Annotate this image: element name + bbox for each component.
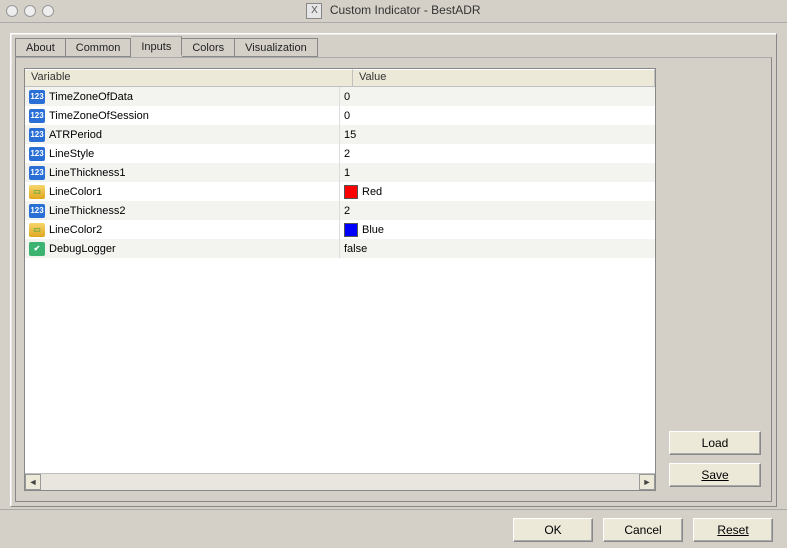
table-row[interactable]: 123 LineThickness1 1: [25, 163, 655, 182]
variable-name: LineThickness1: [49, 167, 125, 179]
bool-type-icon: ✔: [29, 242, 45, 256]
variable-cell[interactable]: 123 TimeZoneOfData: [25, 87, 340, 106]
inputs-grid: Variable Value 123 TimeZoneOfData 0 123 Time…: [24, 68, 656, 491]
variable-cell[interactable]: ▭ LineColor1: [25, 182, 340, 201]
value-cell[interactable]: Red: [340, 182, 655, 201]
value-text: 2: [344, 205, 350, 217]
value-text: false: [344, 243, 367, 255]
int-type-icon: 123: [29, 90, 45, 104]
value-cell[interactable]: 2: [340, 144, 655, 163]
tab-inputs[interactable]: Inputs: [131, 36, 182, 56]
cancel-button[interactable]: Cancel: [603, 518, 683, 542]
table-row[interactable]: 123 TimeZoneOfSession 0: [25, 106, 655, 125]
variable-name: LineStyle: [49, 148, 94, 160]
table-row[interactable]: 123 LineStyle 2: [25, 144, 655, 163]
int-type-icon: 123: [29, 204, 45, 218]
value-text: Blue: [362, 224, 384, 236]
value-text: 15: [344, 129, 356, 141]
window-controls: [6, 5, 54, 17]
value-text: 1: [344, 167, 350, 179]
scroll-right-arrow-icon[interactable]: ►: [639, 474, 655, 490]
value-text: Red: [362, 186, 382, 198]
variable-name: DebugLogger: [49, 243, 116, 255]
variable-name: LineColor1: [49, 186, 102, 198]
tab-about[interactable]: About: [15, 38, 66, 57]
variable-name: TimeZoneOfData: [49, 91, 133, 103]
tab-colors[interactable]: Colors: [182, 38, 235, 57]
close-dot[interactable]: [6, 5, 18, 17]
table-row[interactable]: ✔ DebugLogger false: [25, 239, 655, 258]
bottom-button-bar: OK Cancel Reset: [0, 509, 787, 548]
value-text: 2: [344, 148, 350, 160]
value-cell[interactable]: false: [340, 239, 655, 258]
variable-name: LineThickness2: [49, 205, 125, 217]
window-title: X Custom Indicator - BestADR: [0, 3, 787, 19]
variable-cell[interactable]: 123 LineThickness2: [25, 201, 340, 220]
int-type-icon: 123: [29, 166, 45, 180]
grid-body: 123TimeZoneOfData0123TimeZoneOfSession01…: [25, 87, 655, 258]
app-icon: X: [306, 3, 322, 19]
int-type-icon: 123: [29, 147, 45, 161]
variable-cell[interactable]: 123 TimeZoneOfSession: [25, 106, 340, 125]
panel: AboutCommonInputsColorsVisualization Var…: [10, 33, 777, 507]
value-cell[interactable]: 2: [340, 201, 655, 220]
color-type-icon: ▭: [29, 185, 45, 199]
tab-strip: AboutCommonInputsColorsVisualization: [11, 34, 776, 56]
column-header-value[interactable]: Value: [353, 69, 655, 87]
int-type-icon: 123: [29, 128, 45, 142]
color-type-icon: ▭: [29, 223, 45, 237]
int-type-icon: 123: [29, 109, 45, 123]
value-cell[interactable]: 1: [340, 163, 655, 182]
color-swatch-icon: [344, 185, 358, 199]
value-cell[interactable]: 0: [340, 106, 655, 125]
table-row[interactable]: 123 LineThickness2 2: [25, 201, 655, 220]
variable-cell[interactable]: ✔ DebugLogger: [25, 239, 340, 258]
zoom-dot[interactable]: [42, 5, 54, 17]
scroll-left-arrow-icon[interactable]: ◄: [25, 474, 41, 490]
tab-visualization[interactable]: Visualization: [235, 38, 318, 57]
variable-cell[interactable]: ▭ LineColor2: [25, 220, 340, 239]
side-button-group: Load Save: [669, 431, 761, 487]
variable-name: LineColor2: [49, 224, 102, 236]
table-row[interactable]: 123 ATRPeriod 15: [25, 125, 655, 144]
minimize-dot[interactable]: [24, 5, 36, 17]
dialog-container: AboutCommonInputsColorsVisualization Var…: [0, 23, 787, 548]
value-text: 0: [344, 91, 350, 103]
ok-button[interactable]: OK: [513, 518, 593, 542]
load-button[interactable]: Load: [669, 431, 761, 455]
value-cell[interactable]: Blue: [340, 220, 655, 239]
grid-header: Variable Value: [25, 69, 655, 87]
color-swatch-icon: [344, 223, 358, 237]
value-cell[interactable]: 0: [340, 87, 655, 106]
tab-page-inputs: Variable Value 123 TimeZoneOfData 0 123 Time…: [15, 57, 772, 502]
variable-name: ATRPeriod: [49, 129, 102, 141]
value-text: 0: [344, 110, 350, 122]
titlebar: X Custom Indicator - BestADR: [0, 0, 787, 23]
save-button-label: Save: [701, 468, 728, 482]
variable-name: TimeZoneOfSession: [49, 110, 149, 122]
scroll-track[interactable]: [41, 474, 639, 490]
horizontal-scrollbar[interactable]: ◄ ►: [25, 473, 655, 490]
table-row[interactable]: ▭ LineColor2 Blue: [25, 220, 655, 239]
tab-common[interactable]: Common: [66, 38, 132, 57]
reset-button-label: Reset: [717, 523, 748, 537]
variable-cell[interactable]: 123 LineStyle: [25, 144, 340, 163]
reset-button[interactable]: Reset: [693, 518, 773, 542]
variable-cell[interactable]: 123 LineThickness1: [25, 163, 340, 182]
window-title-text: Custom Indicator - BestADR: [330, 3, 481, 17]
variable-cell[interactable]: 123 ATRPeriod: [25, 125, 340, 144]
save-button[interactable]: Save: [669, 463, 761, 487]
column-header-variable[interactable]: Variable: [25, 69, 353, 87]
table-row[interactable]: 123 TimeZoneOfData 0: [25, 87, 655, 106]
table-row[interactable]: ▭ LineColor1 Red: [25, 182, 655, 201]
value-cell[interactable]: 15: [340, 125, 655, 144]
